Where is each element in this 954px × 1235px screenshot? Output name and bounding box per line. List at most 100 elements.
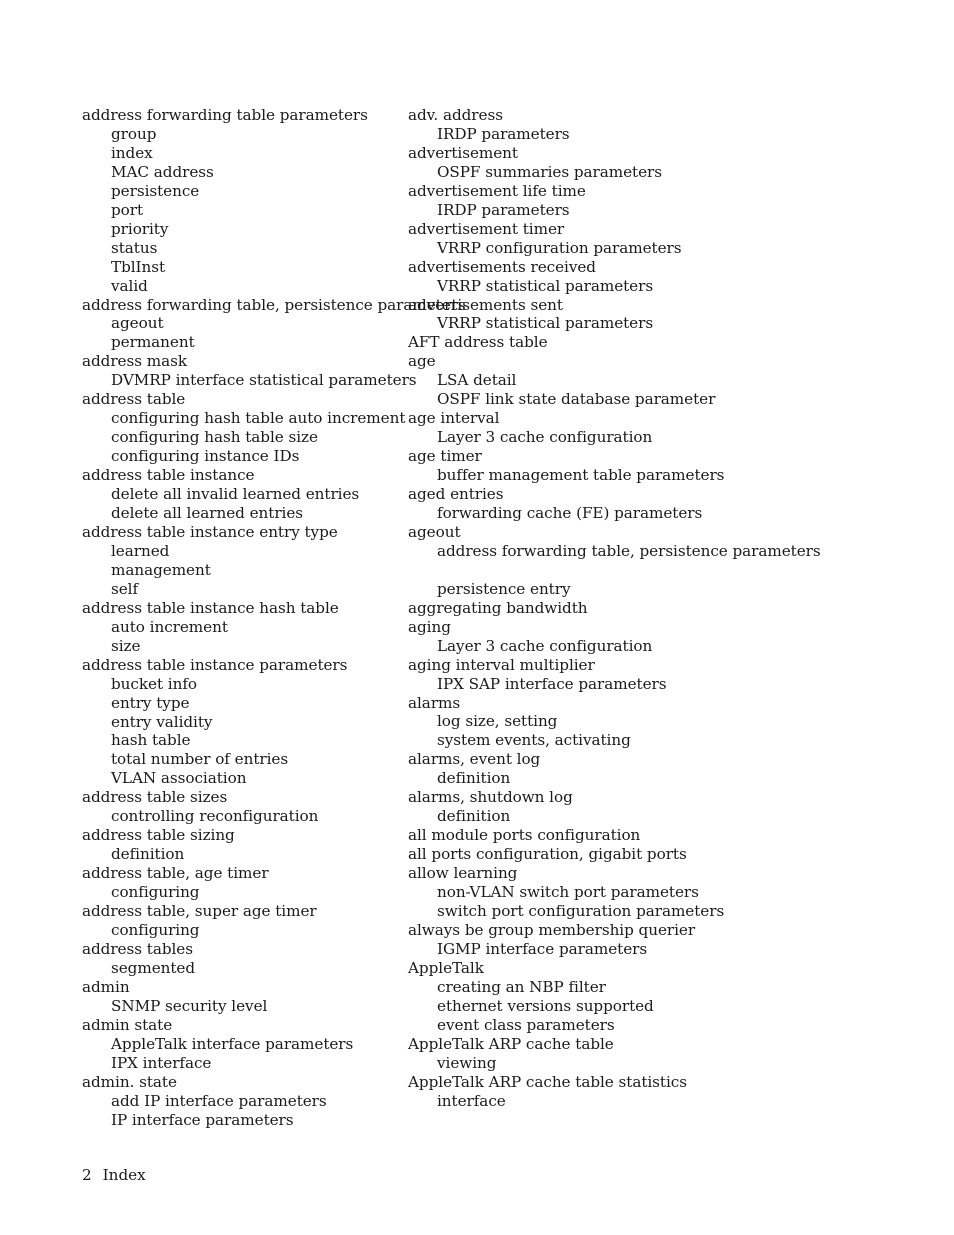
index-subentry: entry type [111,693,190,712]
index-subentry: buffer management table parameters [437,466,725,485]
index-entry-group: always be group membership querier IGMP i… [408,921,954,959]
index-entry-term: address table, super age timer [82,902,317,921]
index-subentry: self [111,579,139,598]
index-entry-term: ageout [408,522,461,541]
index-entry-group: address table sizing definition [82,826,403,864]
index-subentry: LSA detail [437,371,517,390]
index-entry-group: address tables segmented [82,940,403,978]
index-entry-group: admin. state add IP interface parameters I… [82,1073,403,1130]
index-entry-group: address table configuring hash table auto… [82,390,406,466]
index-entry-term: address table, age timer [82,864,269,883]
index-subentry: total number of entries [111,750,289,769]
index-entry-term: always be group membership querier [408,920,696,939]
index-entry-group: address forwarding table parameters group… [82,106,403,296]
index-entry-term: address table instance parameters [82,655,348,674]
index-entry-group: address table, age timer configuring [82,864,403,902]
index-subentry: configuring [111,920,200,939]
index-subentry: auto increment [111,617,228,636]
index-entry-term: age timer [408,447,482,466]
index-entry-group: address table instance entry type learned… [82,523,403,599]
index-subentry: ethernet versions supported [437,996,654,1015]
index-entry-term: address mask [82,352,188,371]
index-entry-term: address forwarding table, persistence pa… [82,295,466,314]
index-entry-term: adv. address [408,106,503,124]
index-entry-term: admin [82,977,130,996]
index-subentry: IRDP parameters [437,124,570,143]
index-subentry: forwarding cache (FE) parameters [437,504,703,523]
index-entry-group: alarms, event log definition [408,750,954,788]
index-entry-group: all ports configuration, gigabit ports [408,845,954,864]
index-entry-group: advertisements received VRRP statistical … [408,258,954,296]
index-entry-term: advertisement life time [408,181,586,200]
index-subentry: group [111,124,157,143]
index-subentry: IRDP parameters [437,200,570,219]
index-entry-group: admin SNMP security level [82,978,403,1016]
index-subentry: management [111,560,211,579]
index-entry-term: alarms [408,693,461,712]
index-entry-group: allow learning non-VLAN switch port param… [408,864,954,921]
index-subentry: VRRP configuration parameters [437,238,682,257]
index-subentry: IPX interface [111,1053,212,1072]
index-subentry: interface [437,1091,506,1110]
index-entry-group: address table, super age timer configurin… [82,902,403,940]
index-entry-term: address forwarding table parameters [82,106,368,124]
footer-page-number: 2 [82,1166,92,1184]
index-entry-group: alarms, shutdown log definition [408,788,954,826]
index-entry-group: aged entries forwarding cache (FE) parame… [408,485,954,523]
index-subentry: OSPF summaries parameters [437,162,662,181]
index-subentry: valid [111,276,148,295]
index-entry-group: address table instance parameters bucket … [82,656,403,789]
index-entry-group: age timer buffer management table paramet… [408,447,954,485]
index-entry-group: admin state AppleTalk interface parameter… [82,1016,403,1073]
index-subentry: Layer 3 cache configuration [437,636,653,655]
index-entry-term: aging [408,617,451,636]
index-entry-group: address mask DVMRP interface statistical … [82,352,417,390]
index-entry-term: admin. state [82,1072,177,1091]
index-subentry: definition [111,845,185,864]
index-subentry: switch port configuration parameters [437,902,725,921]
index-subentry: MAC address [111,162,214,181]
index-subentry: address forwarding table, persistence pa… [437,541,821,560]
index-subentry: IP interface parameters [111,1110,294,1129]
index-subentry: delete all learned entries [111,504,304,523]
index-entry-term: address table sizing [82,826,235,845]
index-entry-group: aggregating bandwidth [408,599,954,618]
index-subentry: configuring hash table size [111,428,318,447]
index-entry-term: admin state [82,1015,173,1034]
index-subentry: VRRP statistical parameters [437,314,654,333]
index-subentry: configuring hash table auto increment [111,409,406,428]
index-subentry: event class parameters [437,1015,615,1034]
index-subentry: entry validity [111,712,213,731]
index-entry-term: AppleTalk [408,958,484,977]
index-entry-group: address table sizes controlling reconfigu… [82,788,403,826]
index-entry-term: address table instance hash table [82,598,339,617]
index-entry-group: address table instance delete all invalid… [82,466,403,523]
index-entry-group: AppleTalk ARP cache table viewing [408,1035,954,1073]
index-subentry: segmented [111,958,196,977]
index-entry-group: AppleTalk creating an NBP filter ethernet … [408,959,954,1035]
index-subentry: configuring instance IDs [111,447,300,466]
index-subentry: definition [437,769,511,788]
index-subentry: TblInst [111,257,166,276]
index-entry-group: advertisement timer VRRP configuration pa… [408,220,954,258]
index-entry-term: aging interval multiplier [408,655,595,674]
index-subentry: non-VLAN switch port parameters [437,883,699,902]
index-subentry: creating an NBP filter [437,977,606,996]
index-subentry: AppleTalk interface parameters [111,1034,354,1053]
index-entry-group: ageout address forwarding table, persiste… [408,523,954,599]
index-subentry: controlling reconfiguration [111,807,319,826]
index-subentry: definition [437,807,511,826]
index-entry-group: aging interval multiplier IPX SAP interfa… [408,656,954,694]
index-entry-group: address table instance hash table auto in… [82,599,403,656]
index-subentry: IGMP interface parameters [437,939,648,958]
index-entry-group: AppleTalk ARP cache table statistics inte… [408,1073,954,1111]
index-entry-group: all module ports configuration [408,826,954,845]
index-subentry: add IP interface parameters [111,1091,327,1110]
footer-label: Index [102,1166,146,1184]
index-subentry: status [111,238,158,257]
index-entry-group: advertisements sent VRRP statistical para… [408,296,954,334]
index-entry-group: aging Layer 3 cache configuration [408,618,954,656]
index-entry-term: alarms, event log [408,750,541,769]
index-entry-term: AppleTalk ARP cache table [408,1034,614,1053]
index-subentry: VLAN association [111,769,247,788]
